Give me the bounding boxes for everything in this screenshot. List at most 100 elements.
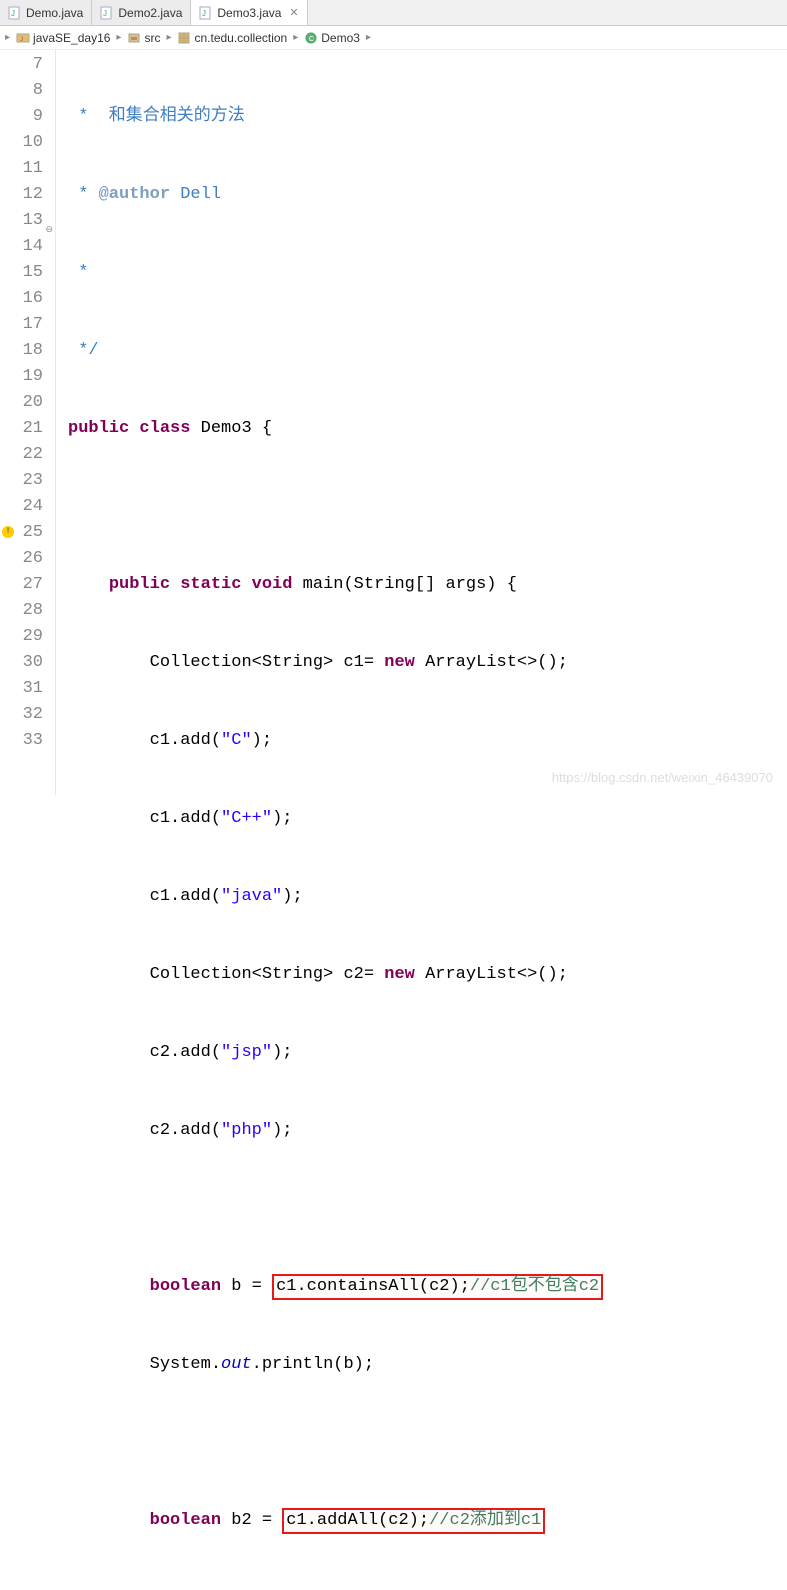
comment-star: * [68, 185, 99, 204]
javadoc-tag: @author [99, 185, 170, 204]
line-number: 7 [8, 52, 43, 78]
code-text: System. [150, 1355, 221, 1374]
line-number: 19 [8, 364, 43, 390]
highlight-box-containsall: c1.containsAll(c2);//c1包不包含c2 [272, 1274, 603, 1300]
line-gutter: 78910111213⊖141516171819202122232425!262… [0, 50, 56, 795]
watermark-text: https://blog.csdn.net/weixin_46439070 [552, 770, 773, 785]
tab-demo2-java[interactable]: J Demo2.java [92, 0, 191, 25]
svg-text:C: C [309, 36, 314, 43]
line-number: 11 [8, 156, 43, 182]
code-text: ArrayList<>(); [415, 965, 568, 984]
project-icon: J [16, 31, 30, 45]
chevron-right-icon: ▸ [4, 32, 11, 43]
code-text: c1.add( [150, 809, 221, 828]
svg-text:J: J [202, 9, 206, 18]
code-text: c1.forEach(str->System. [150, 1589, 385, 1590]
breadcrumb-class[interactable]: C Demo3 [301, 31, 363, 45]
chevron-right-icon: ▸ [365, 32, 372, 43]
line-number: 18 [8, 338, 43, 364]
code-text: Collection<String> c2= [150, 965, 385, 984]
comment-text: //c2添加到c1 [429, 1511, 541, 1530]
breadcrumb-package[interactable]: cn.tedu.collection [174, 31, 290, 45]
package-icon [177, 31, 191, 45]
chevron-right-icon: ▸ [292, 32, 299, 43]
chevron-right-icon: ▸ [115, 32, 122, 43]
line-number: 20 [8, 390, 43, 416]
keyword-void: void [252, 575, 293, 594]
keyword-boolean: boolean [150, 1277, 221, 1296]
line-number: 26 [8, 546, 43, 572]
code-editor[interactable]: 78910111213⊖141516171819202122232425!262… [0, 50, 787, 795]
code-text: c1.addAll(c2); [286, 1511, 429, 1530]
code-area[interactable]: * 和集合相关的方法 * @author Dell * */ public cl… [56, 50, 609, 795]
field-out: out [384, 1589, 415, 1590]
code-text: Collection<String> c1= [150, 653, 385, 672]
tab-demo3-java[interactable]: J Demo3.java ✕ [191, 0, 307, 25]
method-sig: main(String[] args) { [292, 575, 516, 594]
line-number: 13⊖ [8, 208, 43, 234]
breadcrumb-label: cn.tedu.collection [194, 31, 287, 45]
string-literal: "C++" [221, 809, 272, 828]
comment-text: * 和集合相关的方法 [68, 107, 245, 126]
line-number: 27 [8, 572, 43, 598]
keyword-boolean: boolean [150, 1511, 221, 1530]
code-text: ArrayList<>(); [415, 653, 568, 672]
close-icon[interactable]: ✕ [289, 6, 298, 19]
line-number: 32 [8, 702, 43, 728]
breadcrumb-label: Demo3 [321, 31, 360, 45]
fold-minus-icon[interactable]: ⊖ [45, 217, 53, 225]
tab-label: Demo3.java [217, 6, 281, 20]
line-number: 25! [8, 520, 43, 546]
line-number: 22 [8, 442, 43, 468]
warning-icon[interactable]: ! [2, 526, 14, 538]
code-text: c2.add( [150, 1121, 221, 1140]
line-number: 12 [8, 182, 43, 208]
svg-text:J: J [103, 9, 107, 18]
keyword-public: public [109, 575, 170, 594]
breadcrumb-label: javaSE_day16 [33, 31, 110, 45]
line-number: 23 [8, 468, 43, 494]
line-number: 16 [8, 286, 43, 312]
tab-label: Demo2.java [118, 6, 182, 20]
line-number: 31 [8, 676, 43, 702]
line-number: 8 [8, 78, 43, 104]
breadcrumb-label: src [144, 31, 160, 45]
code-text: c1.add( [150, 887, 221, 906]
svg-text:J: J [20, 37, 23, 43]
string-literal: "java" [221, 887, 282, 906]
java-file-icon: J [100, 6, 114, 20]
java-file-icon: J [199, 6, 213, 20]
field-out: out [221, 1355, 252, 1374]
keyword-public: public [68, 419, 129, 438]
src-folder-icon [127, 31, 141, 45]
breadcrumb-src[interactable]: src [124, 31, 163, 45]
line-number: 17 [8, 312, 43, 338]
code-text: c1.containsAll(c2); [276, 1277, 470, 1296]
comment-end: */ [68, 341, 99, 360]
tab-demo-java[interactable]: J Demo.java [0, 0, 92, 25]
keyword-new: new [384, 965, 415, 984]
string-literal: "php" [221, 1121, 272, 1140]
line-number: 9 [8, 104, 43, 130]
class-icon: C [304, 31, 318, 45]
comment-text: * [68, 263, 88, 282]
line-number: 30 [8, 650, 43, 676]
breadcrumb-project[interactable]: J javaSE_day16 [13, 31, 113, 45]
keyword-static: static [180, 575, 241, 594]
keyword-class: class [139, 419, 190, 438]
tab-label: Demo.java [26, 6, 83, 20]
editor-tabs: J Demo.java J Demo2.java J Demo3.java ✕ [0, 0, 787, 26]
comment-text: //c1包不包含c2 [470, 1277, 599, 1296]
line-number: 28 [8, 598, 43, 624]
line-number: 15 [8, 260, 43, 286]
breadcrumb: ▸ J javaSE_day16 ▸ src ▸ cn.tedu.collect… [0, 26, 787, 50]
line-number: 33 [8, 728, 43, 754]
highlight-box-addall: c1.addAll(c2);//c2添加到c1 [282, 1508, 545, 1534]
line-number: 14 [8, 234, 43, 260]
chevron-right-icon: ▸ [165, 32, 172, 43]
line-number: 29 [8, 624, 43, 650]
line-number: 24 [8, 494, 43, 520]
string-literal: "C" [221, 731, 252, 750]
line-number: 10 [8, 130, 43, 156]
svg-text:J: J [11, 9, 15, 18]
